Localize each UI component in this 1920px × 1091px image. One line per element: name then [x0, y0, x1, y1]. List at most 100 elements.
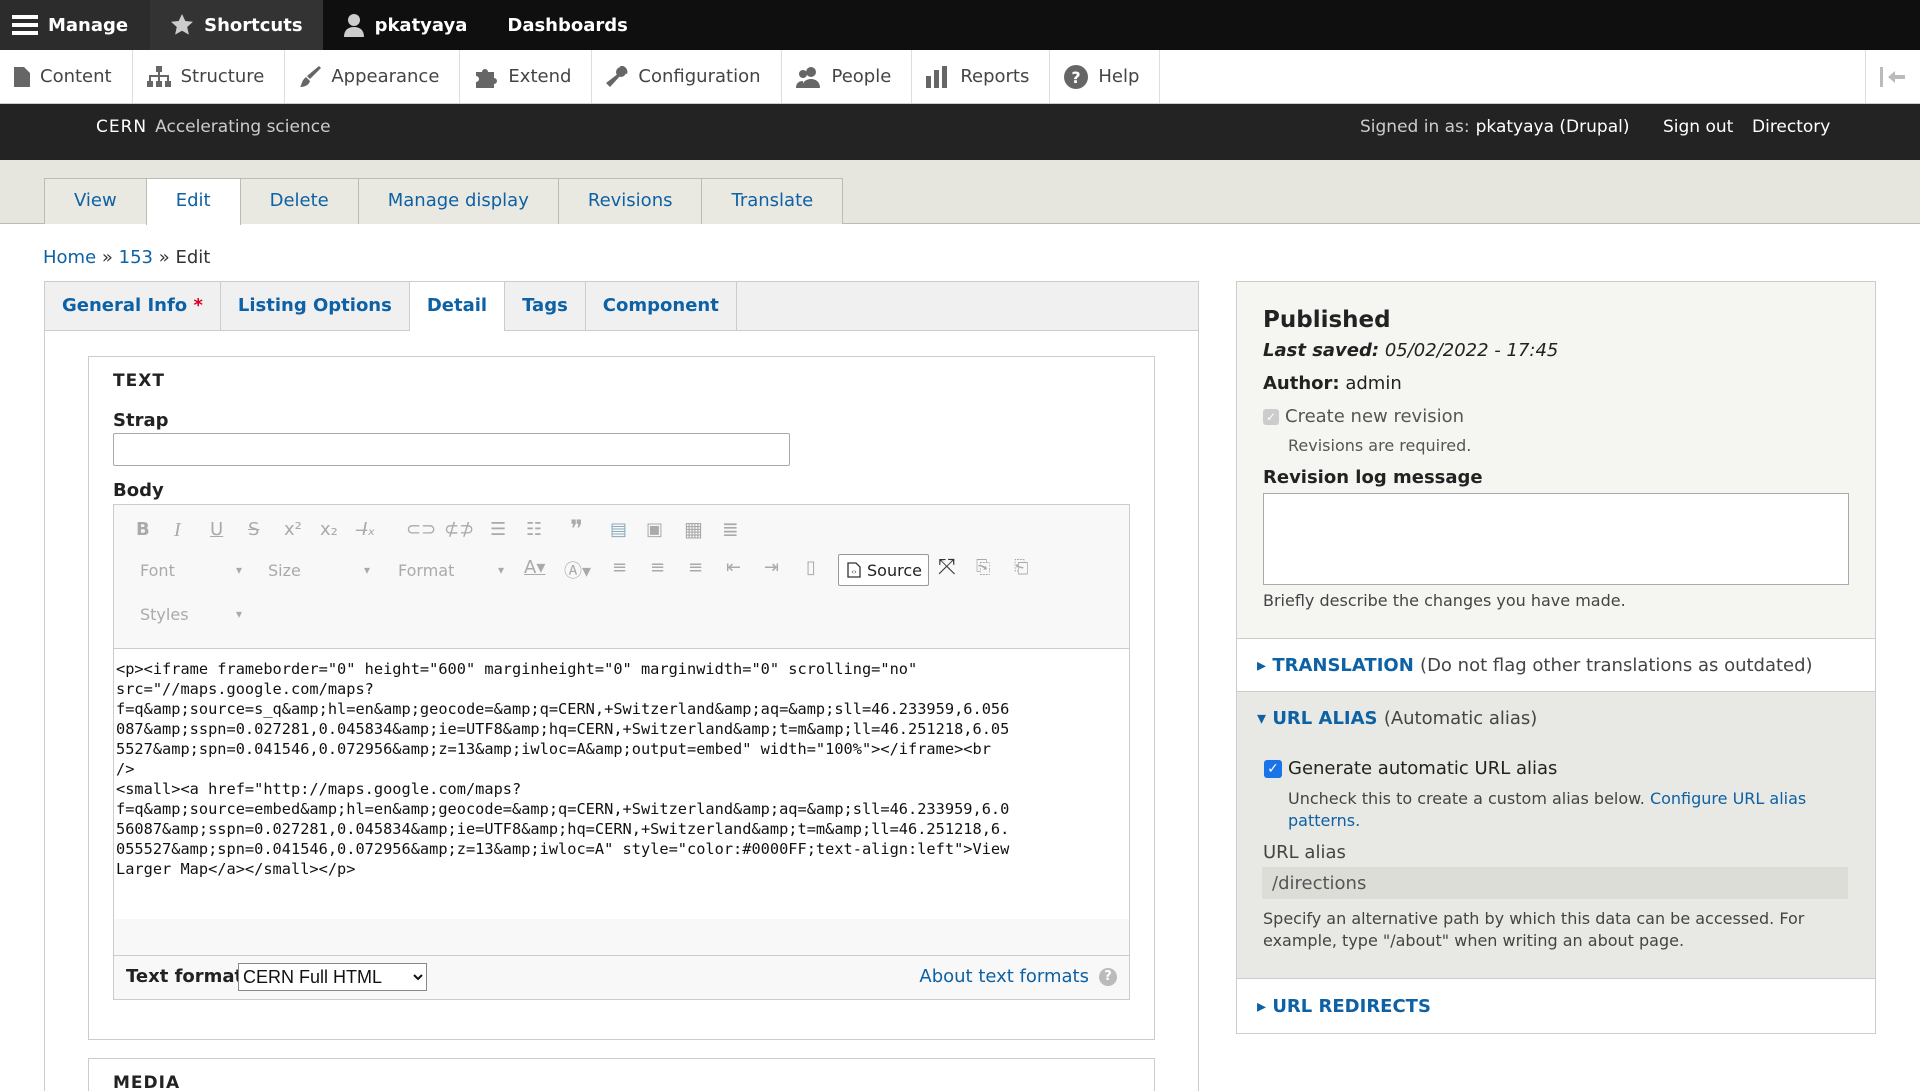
generate-alias-checkbox[interactable]: ✓ — [1264, 760, 1282, 778]
bulleted-list-icon[interactable]: ☰ — [490, 519, 506, 540]
maximize-icon[interactable]: ⤧ — [938, 555, 956, 580]
tab-manage-display[interactable]: Manage display — [357, 178, 559, 224]
file-icon — [14, 66, 30, 87]
align-left-icon[interactable]: ≡ — [612, 557, 627, 578]
menu-item-content[interactable]: Content — [0, 50, 133, 103]
styles-dropdown[interactable]: Styles — [140, 605, 242, 624]
strikethrough-icon[interactable]: S — [248, 519, 259, 540]
dashboards-button[interactable]: Dashboards — [487, 0, 648, 50]
tab-component[interactable]: Component — [586, 282, 737, 330]
tab-label: General Info — [62, 295, 188, 316]
link-icon[interactable]: ⊂⊃ — [406, 519, 436, 540]
source-button[interactable]: ‹› Source — [838, 554, 929, 586]
menu-item-people[interactable]: People — [782, 50, 913, 103]
align-center-icon[interactable]: ≡ — [650, 557, 665, 578]
size-dropdown[interactable]: Size — [268, 561, 370, 580]
outdent-icon[interactable]: ⇤ — [726, 557, 741, 578]
tab-tags[interactable]: Tags — [505, 282, 586, 330]
copy-icon[interactable]: ⎘ — [976, 557, 990, 578]
code-line: <small><a href="http://maps.google.com/m… — [116, 780, 522, 798]
help-icon: ? — [1064, 64, 1089, 89]
menu-item-configuration[interactable]: Configuration — [592, 50, 782, 103]
menu-item-reports[interactable]: Reports — [912, 50, 1051, 103]
menu-item-extend[interactable]: Extend — [460, 50, 593, 103]
italic-icon[interactable]: I — [174, 519, 181, 542]
tab-detail[interactable]: Detail — [409, 282, 506, 331]
signed-in-user[interactable]: pkatyaya (Drupal) — [1476, 117, 1630, 137]
about-text-formats-link[interactable]: About text formats — [919, 966, 1089, 987]
horizontal-rule-icon[interactable]: ≣ — [722, 517, 739, 541]
breadcrumb-home[interactable]: Home — [43, 247, 96, 268]
breadcrumb-node[interactable]: 153 — [119, 247, 153, 268]
author-label: Author: — [1263, 373, 1340, 394]
indent-icon[interactable]: ⇥ — [764, 557, 779, 578]
site-branding[interactable]: CERN Accelerating science — [96, 104, 331, 150]
unlink-icon[interactable]: ⊄⊅ — [444, 519, 474, 540]
tab-edit[interactable]: Edit — [145, 178, 241, 225]
code-line: 087&amp;sspn=0.027281,0.045834&amp;ie=UT… — [116, 720, 1010, 738]
sign-out-link[interactable]: Sign out — [1663, 104, 1733, 150]
site-header: CERN Accelerating science Signed in as: pk… — [0, 104, 1920, 160]
create-revision-checkbox: ✓ — [1263, 409, 1279, 425]
manage-button[interactable]: Manage — [0, 0, 151, 50]
text-format-bar: Text format CERN Full HTML About text fo… — [114, 955, 1129, 999]
superscript-icon[interactable]: x² — [284, 519, 302, 540]
url-alias-summary[interactable]: ▾ URL ALIAS (Automatic alias) — [1257, 708, 1537, 729]
url-redirects-details[interactable]: ▸ URL REDIRECTS — [1237, 980, 1875, 1034]
star-icon — [171, 14, 194, 35]
tab-listing-options[interactable]: Listing Options — [221, 282, 410, 330]
source-label: Source — [867, 560, 922, 580]
table-icon[interactable]: ▦ — [684, 517, 703, 541]
numbered-list-icon[interactable]: ☷ — [526, 519, 542, 540]
menu-item-help[interactable]: ? Help — [1050, 50, 1161, 103]
user-button[interactable]: pkatyaya — [323, 0, 488, 50]
revision-log-textarea[interactable] — [1263, 493, 1849, 585]
show-blocks-icon[interactable]: ▯ — [806, 557, 816, 578]
image-icon[interactable]: ▣ — [646, 519, 663, 540]
tab-delete[interactable]: Delete — [239, 178, 359, 224]
remove-format-icon[interactable]: I̶ₓ — [362, 519, 375, 540]
code-line: f=q&amp;source=s_q&amp;hl=en&amp;geocode… — [116, 700, 1010, 718]
subscript-icon[interactable]: x₂ — [320, 519, 338, 540]
background-color-icon[interactable]: Ⓐ▾ — [564, 557, 591, 583]
primary-tabs: View Edit Delete Manage display Revision… — [44, 178, 844, 225]
shortcuts-label: Shortcuts — [204, 14, 303, 36]
url-redirects-summary[interactable]: ▸ URL REDIRECTS — [1257, 996, 1431, 1017]
url-alias-details: ▾ URL ALIAS (Automatic alias) ✓ Generate… — [1237, 691, 1875, 979]
uncheck-help-text: Uncheck this to create a custom alias be… — [1288, 789, 1645, 808]
text-format-select[interactable]: CERN Full HTML — [238, 963, 427, 991]
media-embed-icon[interactable]: ▤ — [610, 519, 627, 540]
shortcuts-button[interactable]: Shortcuts — [150, 0, 323, 50]
menu-item-label: Content — [40, 66, 112, 87]
menu-item-appearance[interactable]: Appearance — [285, 50, 461, 103]
structure-icon — [146, 65, 171, 87]
menu-item-structure[interactable]: Structure — [133, 50, 286, 103]
body-editor: B I U S x² x₂ I̶ₓ ⊂⊃ ⊄⊅ ☰ ☷ ❞ ▤ ▣ ▦ ≣ Fo… — [113, 504, 1130, 1000]
format-dropdown[interactable]: Format — [398, 561, 504, 580]
tab-revisions[interactable]: Revisions — [557, 178, 703, 224]
bold-icon[interactable]: B — [136, 519, 150, 540]
toolbar-orientation-toggle[interactable] — [1865, 50, 1920, 103]
help-icon[interactable]: ? — [1099, 968, 1117, 986]
menu-item-label: Structure — [180, 66, 265, 87]
menu-item-label: Help — [1098, 66, 1140, 87]
tab-view[interactable]: View — [44, 178, 147, 224]
tab-general-info[interactable]: General Info * — [45, 282, 221, 330]
directory-link[interactable]: Directory — [1752, 104, 1830, 150]
paste-icon[interactable]: ⎗ — [1014, 557, 1028, 578]
underline-icon[interactable]: U — [210, 519, 223, 540]
align-right-icon[interactable]: ≡ — [688, 557, 703, 578]
text-color-icon[interactable]: A▾ — [524, 557, 545, 578]
translation-details[interactable]: ▸ TRANSLATION (Do not flag other transla… — [1237, 638, 1875, 691]
tab-translate[interactable]: Translate — [701, 178, 844, 224]
strap-input[interactable] — [113, 433, 790, 466]
brand-name: CERN — [96, 117, 148, 137]
url-alias-input[interactable] — [1262, 867, 1848, 899]
menu-item-label: Configuration — [638, 66, 761, 87]
translation-title: TRANSLATION — [1272, 655, 1414, 676]
font-dropdown[interactable]: Font — [140, 561, 242, 580]
blockquote-icon[interactable]: ❞ — [570, 515, 583, 543]
code-line: 56087&amp;sspn=0.027281,0.045834&amp;ie=… — [116, 820, 1010, 838]
source-code-area[interactable]: <p><iframe frameborder="0" height="600" … — [114, 649, 1129, 919]
translation-summary[interactable]: ▸ TRANSLATION (Do not flag other transla… — [1257, 655, 1813, 676]
